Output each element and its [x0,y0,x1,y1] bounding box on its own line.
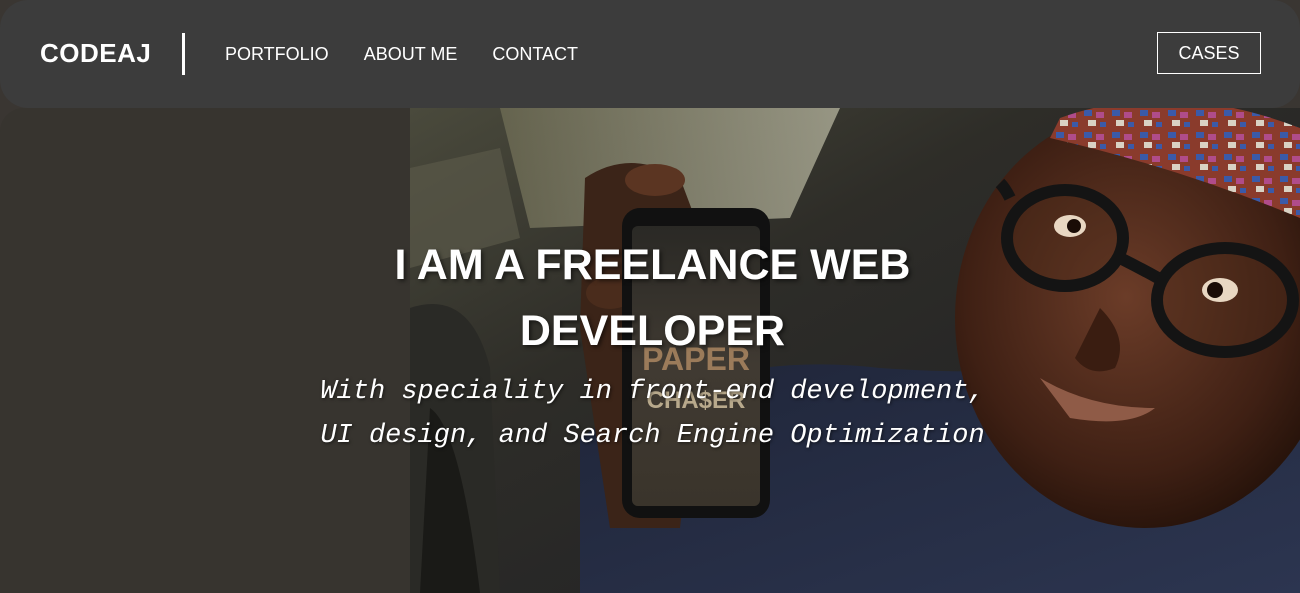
hero-text-block: I AM A FREELANCE WEB DEVELOPER With spec… [280,232,1025,458]
brand-logo-text[interactable]: CODEAJ [40,38,151,68]
nav-link-contact[interactable]: CONTACT [492,43,578,65]
cases-button[interactable]: CASES [1157,32,1261,74]
hero-section: PAPER CHA$ER I AM A FREELANCE WEB DEVELO… [0,108,1300,593]
hero-headline: I AM A FREELANCE WEB DEVELOPER [394,241,911,355]
nav-links: PORTFOLIO ABOUT ME CONTACT [225,43,613,65]
top-navbar: CODEAJ PORTFOLIO ABOUT ME CONTACT CASES [0,0,1300,108]
nav-link-about-me[interactable]: ABOUT ME [364,43,458,65]
hero-subline: With speciality in front-end development… [320,377,985,451]
brand-divider [182,33,185,75]
nav-link-portfolio[interactable]: PORTFOLIO [225,43,329,65]
